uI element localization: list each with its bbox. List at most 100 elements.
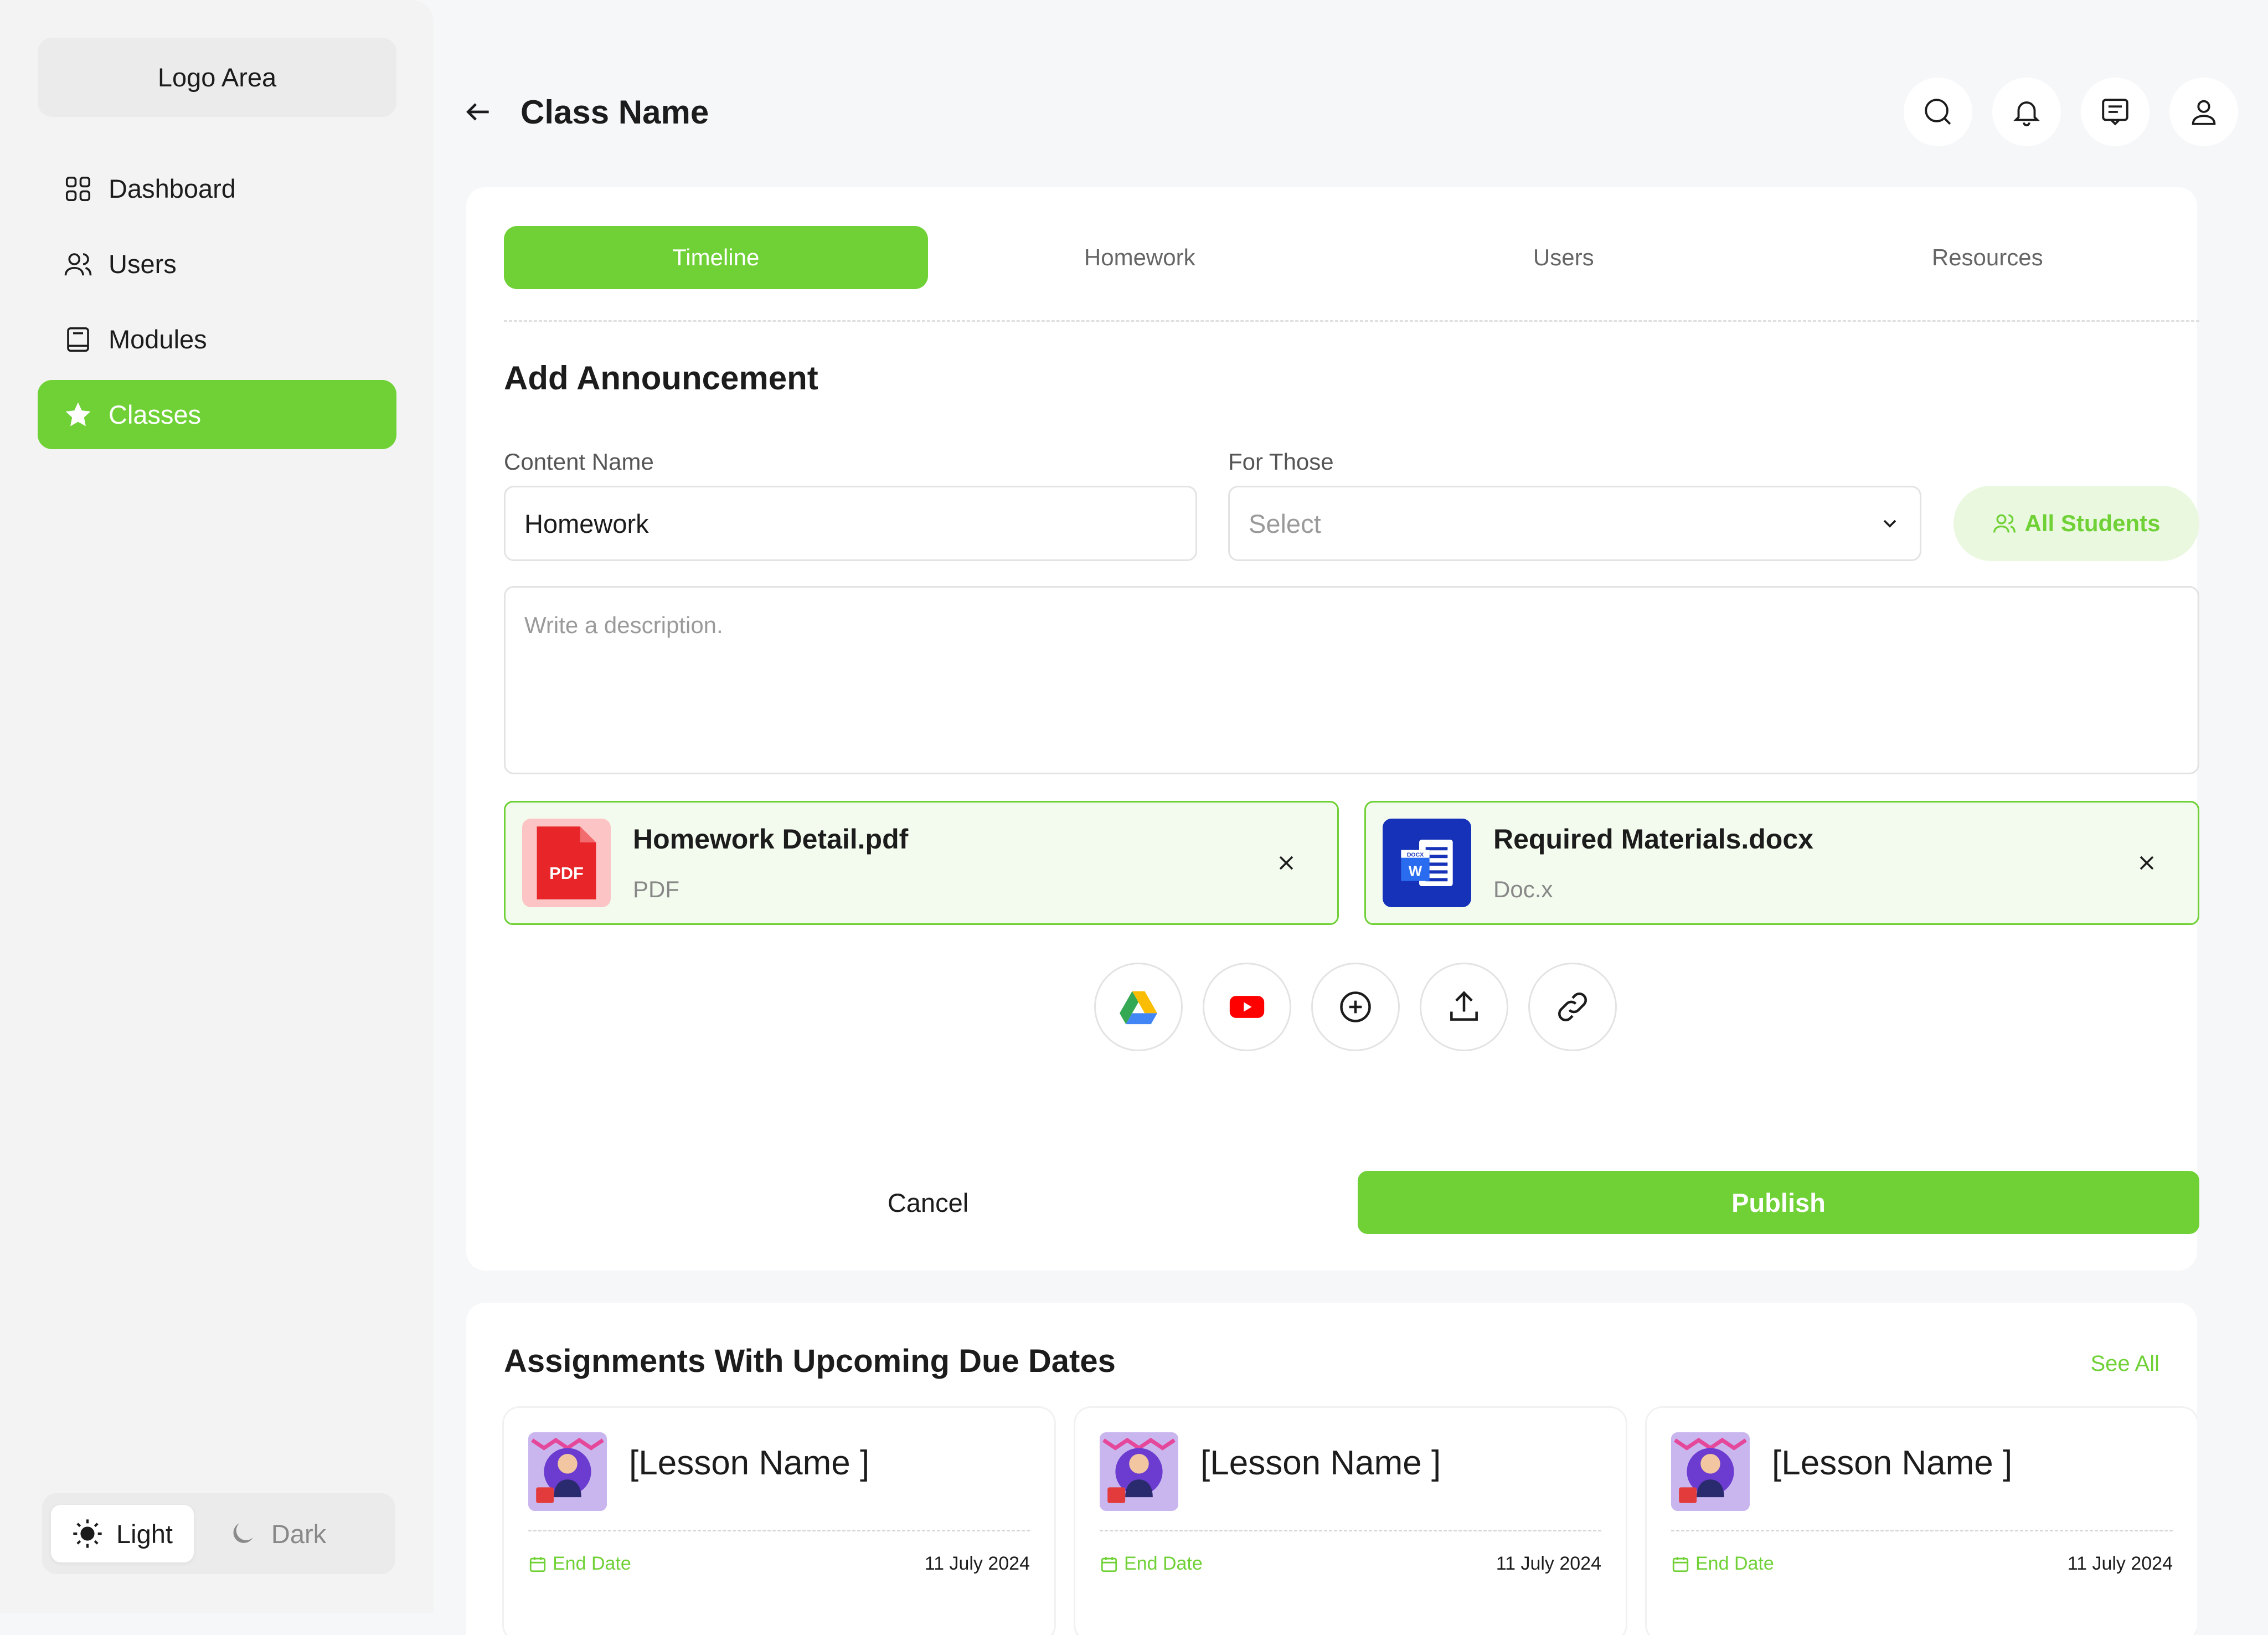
attachment-type: PDF <box>633 876 679 902</box>
content-name-label: Content Name <box>504 449 654 475</box>
lesson-card[interactable]: [Lesson Name ] End Date 11 July 2024 <box>1075 1408 1626 1635</box>
sidebar-nav: Dashboard Users Modules Classes <box>38 154 396 455</box>
profile-button[interactable] <box>2169 78 2238 146</box>
user-icon <box>2192 100 2216 125</box>
search-button[interactable] <box>1904 78 1972 146</box>
google-drive-button[interactable] <box>1094 963 1183 1051</box>
moon-icon <box>233 1523 253 1543</box>
sidebar-item-modules[interactable]: Modules <box>38 305 396 374</box>
star-icon <box>65 402 91 426</box>
lesson-card[interactable]: [Lesson Name ] End Date 11 July 2024 <box>1647 1408 2197 1635</box>
plus-circle-icon <box>1340 991 1371 1022</box>
tabs-divider <box>504 320 2199 322</box>
close-icon[interactable] <box>1274 851 1298 875</box>
message-icon <box>2102 99 2128 126</box>
youtube-button[interactable] <box>1203 963 1291 1051</box>
lesson-meta: End Date 11 July 2024 <box>528 1553 1030 1575</box>
tab-resources[interactable]: Resources <box>1776 226 2200 289</box>
for-those-label: For Those <box>1228 449 1334 475</box>
calendar-icon <box>1101 1556 1117 1572</box>
messages-button[interactable] <box>2081 78 2150 146</box>
sidebar-item-label: Classes <box>109 400 202 429</box>
notifications-button[interactable] <box>1992 78 2061 146</box>
end-date-text: End Date <box>1124 1553 1203 1574</box>
theme-dark-option[interactable]: Dark <box>206 1505 347 1562</box>
lesson-divider <box>1671 1530 2173 1531</box>
theme-light-label: Light <box>116 1519 173 1549</box>
description-textarea[interactable]: Write a description. <box>504 586 2199 774</box>
bell-icon <box>2013 101 2040 127</box>
link-button[interactable] <box>1528 963 1617 1051</box>
see-all-link[interactable]: See All <box>2090 1351 2159 1376</box>
attachment-info: Required Materials.docx Doc.x <box>1493 823 1813 903</box>
attachment-docx[interactable]: DOCX W Required Materials.docx Doc.x <box>1364 801 2199 925</box>
sidebar-item-users[interactable]: Users <box>38 229 396 299</box>
back-button[interactable] <box>463 96 494 127</box>
cancel-button[interactable]: Cancel <box>504 1171 1352 1234</box>
tab-timeline[interactable]: Timeline <box>504 226 928 289</box>
sidebar-item-classes[interactable]: Classes <box>38 380 396 449</box>
end-date-value: 11 July 2024 <box>924 1553 1030 1574</box>
end-date-text: End Date <box>553 1553 631 1574</box>
assignments-title: Assignments With Upcoming Due Dates <box>504 1343 1116 1379</box>
content-name-input[interactable]: Homework <box>504 486 1197 561</box>
all-students-pill[interactable]: All Students <box>1953 486 2199 561</box>
logo-area[interactable]: Logo Area <box>38 38 396 117</box>
youtube-icon <box>1229 996 1265 1018</box>
top-header: Class Name <box>463 78 2238 146</box>
attachment-pdf[interactable]: PDF Homework Detail.pdf PDF <box>504 801 1339 925</box>
sidebar-item-label: Users <box>109 249 177 279</box>
lesson-name: [Lesson Name ] <box>1772 1444 2013 1482</box>
all-students-label: All Students <box>2024 510 2161 536</box>
lesson-thumbnail <box>1671 1432 1750 1511</box>
for-those-select[interactable]: Select <box>1228 486 1921 561</box>
tab-homework[interactable]: Homework <box>928 226 1352 289</box>
docx-icon: DOCX W <box>1383 819 1471 907</box>
docx-letter: W <box>1409 863 1422 879</box>
calendar-icon <box>529 1556 546 1572</box>
search-icon <box>1925 99 1951 125</box>
tab-users[interactable]: Users <box>1352 226 1776 289</box>
arrow-left-icon <box>466 103 489 121</box>
attachment-tools <box>1094 963 1617 1051</box>
sidebar-item-label: Dashboard <box>109 174 236 203</box>
end-date-value: 11 July 2024 <box>2067 1553 2173 1574</box>
attachment-type: Doc.x <box>1493 876 1553 902</box>
content-name-value: Homework <box>524 508 649 538</box>
calendar-icon <box>1672 1556 1689 1572</box>
lesson-meta: End Date 11 July 2024 <box>1100 1553 1601 1575</box>
sidebar-item-dashboard[interactable]: Dashboard <box>38 154 396 223</box>
header-actions <box>1904 78 2238 146</box>
users-icon <box>64 253 92 275</box>
users-icon <box>1993 514 2016 533</box>
add-button[interactable] <box>1311 963 1400 1051</box>
grid-icon <box>65 176 91 201</box>
chevron-down-icon <box>1883 520 1896 528</box>
lesson-divider <box>1100 1530 1601 1531</box>
sidebar-item-label: Modules <box>109 325 207 354</box>
attachment-name: Homework Detail.pdf <box>633 824 909 855</box>
end-date-label: End Date <box>1100 1553 1203 1575</box>
end-date-value: 11 July 2024 <box>1496 1553 1601 1574</box>
description-placeholder: Write a description. <box>524 612 723 638</box>
link-icon <box>1558 993 1587 1021</box>
upload-button[interactable] <box>1420 963 1508 1051</box>
lesson-card[interactable]: [Lesson Name ] End Date 11 July 2024 <box>504 1408 1054 1635</box>
attachment-name: Required Materials.docx <box>1493 824 1813 855</box>
tab-bar: Timeline Homework Users Resources <box>504 226 2199 289</box>
lesson-name: [Lesson Name ] <box>629 1444 870 1482</box>
lesson-divider <box>528 1530 1030 1531</box>
end-date-text: End Date <box>1695 1553 1774 1574</box>
lesson-thumbnail <box>528 1432 607 1511</box>
theme-light-option[interactable]: Light <box>51 1505 194 1562</box>
publish-button[interactable]: Publish <box>1358 1171 2199 1234</box>
theme-dark-label: Dark <box>271 1519 327 1549</box>
assignments-section: Assignments With Upcoming Due Dates See … <box>466 1303 2197 1635</box>
pdf-badge-text: PDF <box>549 863 584 883</box>
sidebar: Logo Area Dashboard Users Modules Classe… <box>0 0 434 1613</box>
book-icon <box>67 327 89 352</box>
sun-icon <box>73 1519 102 1548</box>
lesson-name: [Lesson Name ] <box>1200 1444 1441 1482</box>
close-icon[interactable] <box>2135 851 2159 875</box>
upload-icon <box>1450 991 1478 1021</box>
